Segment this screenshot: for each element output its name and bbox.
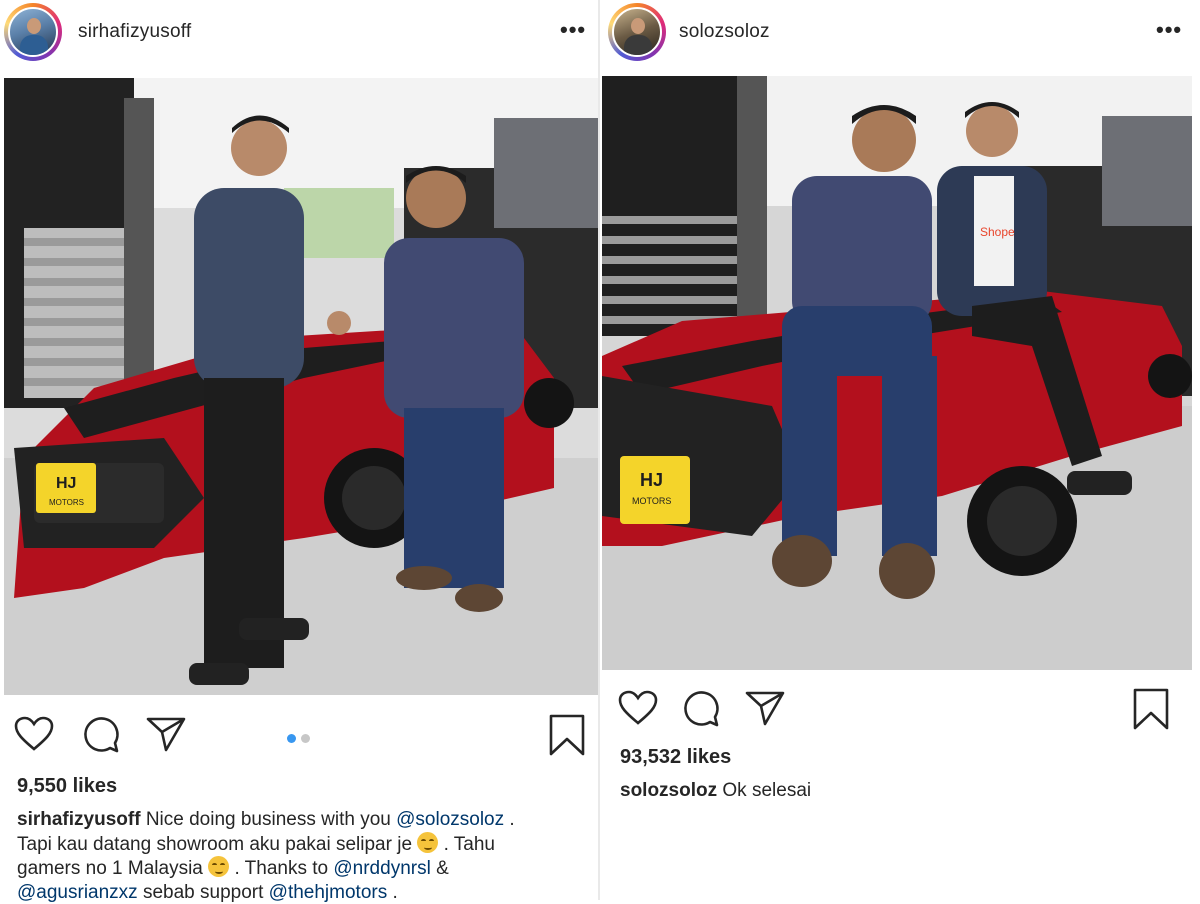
plate-text: HJ — [640, 470, 663, 490]
heart-icon[interactable] — [14, 716, 54, 752]
avatar[interactable] — [4, 3, 62, 61]
mention-link[interactable]: @agusrianzxz — [17, 882, 138, 903]
post-username[interactable]: sirhafizyusoff — [78, 21, 191, 43]
likes-count[interactable]: 93,532 likes — [620, 746, 731, 769]
post-photo[interactable]: HJ MOTORS Shope — [602, 76, 1192, 670]
post-username[interactable]: solozsoloz — [679, 21, 770, 43]
caption-text: . — [509, 809, 515, 830]
carousel-dot[interactable] — [301, 734, 310, 743]
caption-text: . — [392, 881, 398, 903]
plate-sub: MOTORS — [632, 496, 671, 506]
bookmark-icon[interactable] — [1133, 688, 1169, 730]
bookmark-icon[interactable] — [549, 714, 585, 756]
caption-text: & — [436, 858, 449, 879]
avatar[interactable] — [608, 3, 666, 61]
caption-text: Tapi kau datang showroom aku pakai selip… — [17, 833, 413, 855]
comment-icon[interactable] — [82, 716, 120, 754]
caption-username[interactable]: solozsoloz — [620, 780, 717, 801]
caption-text: Nice doing business with you — [145, 809, 391, 830]
post-header: sirhafizyusoff ••• — [0, 0, 600, 66]
post-sirhafizyusoff: sirhafizyusoff ••• HJ MOTORS 9,550 likes… — [0, 0, 600, 903]
more-icon[interactable]: ••• — [1156, 17, 1182, 43]
mention-link[interactable]: @solozsoloz — [396, 809, 504, 830]
post-caption: sirhafizyusoff Nice doing business with … — [17, 808, 515, 904]
relieved-emoji-icon — [208, 856, 230, 877]
caption-text: sebab support — [142, 881, 264, 903]
caption-text: Ok selesai — [722, 780, 812, 801]
relieved-emoji-icon — [417, 831, 439, 853]
mention-link[interactable]: @nrddynrsl — [333, 858, 430, 879]
post-caption: solozsoloz Ok selesai — [620, 779, 811, 803]
comment-icon[interactable] — [682, 690, 720, 728]
caption-text: . Tahu — [443, 833, 495, 855]
heart-icon[interactable] — [618, 690, 658, 726]
carousel-indicator[interactable] — [287, 730, 315, 748]
shirt-text: Shope — [980, 225, 1015, 239]
share-icon[interactable] — [745, 690, 785, 726]
plate-sub: MOTORS — [49, 498, 84, 507]
post-solozsoloz: solozsoloz ••• HJ MOTORS Shope 93,532 li… — [600, 0, 1200, 900]
plate-text: HJ — [56, 475, 76, 492]
share-icon[interactable] — [146, 716, 186, 752]
caption-text: . Thanks to — [234, 858, 329, 879]
mention-link[interactable]: @thehjmotors — [269, 882, 388, 903]
post-header: solozsoloz ••• — [600, 0, 1200, 66]
caption-text: gamers no 1 Malaysia — [17, 858, 203, 879]
caption-username[interactable]: sirhafizyusoff — [17, 809, 141, 830]
carousel-dot-active[interactable] — [287, 734, 296, 743]
post-photo[interactable]: HJ MOTORS — [4, 78, 598, 695]
likes-count[interactable]: 9,550 likes — [17, 775, 117, 798]
more-icon[interactable]: ••• — [560, 17, 586, 43]
